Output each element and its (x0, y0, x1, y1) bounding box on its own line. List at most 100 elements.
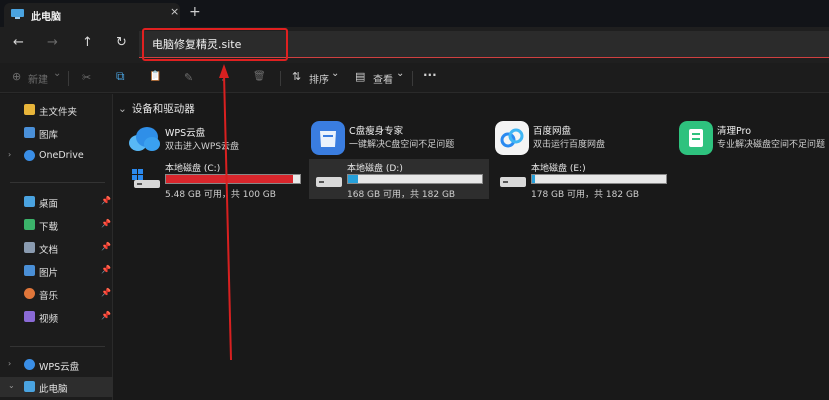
sidebar-item-gallery[interactable]: 图库 (0, 123, 113, 143)
view-button[interactable]: 查看 (373, 71, 393, 86)
new-tab-button[interactable]: + (189, 4, 201, 20)
cloud-icon (24, 150, 35, 161)
section-title: 设备和驱动器 (131, 103, 195, 115)
cleaner-icon (679, 121, 713, 155)
sidebar-item-downloads[interactable]: 下载 📌 (0, 215, 113, 235)
cloud-icon (129, 127, 160, 151)
navigation-pane: 主文件夹 图库 › OneDrive 桌面 📌 下载 📌 文档 📌 图片 📌 音… (0, 94, 113, 400)
content-pane: ⌄ 设备和驱动器 WPS云盘 双击进入WPS云盘 C盘瘦身专家 一键解决C盘空间不… (114, 94, 829, 400)
more-options-button[interactable]: ··· (423, 68, 437, 82)
app-cleaner-pro[interactable]: 清理Pro 专业解决磁盘空间不足问题 (679, 121, 829, 157)
sidebar-item-wps-cloud[interactable]: › WPS云盘 (0, 355, 113, 375)
chevron-down-icon[interactable]: ⌄ (8, 381, 15, 390)
app-description: 一键解决C盘空间不足问题 (349, 140, 455, 150)
cut-icon[interactable]: ✂ (82, 71, 91, 84)
drive-size: 168 GB 可用，共 182 GB (347, 190, 456, 200)
divider (10, 182, 105, 183)
sidebar-item-home[interactable]: 主文件夹 (0, 100, 113, 120)
drive-c[interactable]: 本地磁盘 (C:) 5.48 GB 可用，共 100 GB (127, 159, 307, 200)
sidebar-item-this-pc[interactable]: ⌄ 此电脑 (0, 377, 113, 397)
drive-usage-bar (531, 174, 667, 184)
sidebar-item-label: 图库 (39, 130, 59, 141)
video-icon (24, 311, 35, 322)
baidu-netdisk-icon (495, 121, 529, 155)
app-wps-cloud[interactable]: WPS云盘 双击进入WPS云盘 (127, 123, 297, 159)
tab-close-button[interactable]: × (170, 5, 179, 18)
new-button[interactable]: 新建 (28, 71, 48, 86)
sidebar-item-documents[interactable]: 文档 📌 (0, 238, 113, 258)
desktop-icon (24, 196, 35, 207)
app-description: 双击进入WPS云盘 (165, 142, 240, 152)
chevron-down-icon: ⌄ (331, 68, 340, 79)
forward-button[interactable]: → (47, 35, 58, 50)
sidebar-item-onedrive[interactable]: › OneDrive (0, 146, 113, 166)
sidebar-item-videos[interactable]: 视频 📌 (0, 307, 113, 327)
sort-icon: ⇅ (292, 70, 302, 83)
chevron-right-icon[interactable]: › (8, 359, 11, 368)
chevron-down-icon: ⌄ (396, 68, 405, 79)
drive-name: 本地磁盘 (E:) (531, 164, 586, 174)
sidebar-item-label: 图片 (39, 268, 59, 279)
sidebar-item-pictures[interactable]: 图片 📌 (0, 261, 113, 281)
section-header[interactable]: ⌄ 设备和驱动器 (118, 101, 195, 116)
app-description: 专业解决磁盘空间不足问题 (717, 140, 826, 150)
paste-icon[interactable]: 📋 (149, 71, 161, 82)
copy-icon[interactable]: ⧉ (116, 69, 125, 84)
drive-usage-fill (166, 175, 293, 183)
up-button[interactable]: ↑ (82, 35, 93, 50)
sidebar-item-label: WPS云盘 (39, 362, 80, 373)
gallery-icon (24, 127, 35, 138)
pin-icon: 📌 (101, 288, 111, 297)
back-button[interactable]: ← (13, 35, 24, 50)
document-icon (24, 242, 35, 253)
app-name: 百度网盘 (533, 126, 572, 137)
music-icon (24, 288, 35, 299)
separator (280, 71, 281, 86)
sidebar-item-label: 下载 (39, 222, 59, 233)
sidebar-item-label: 主文件夹 (39, 107, 78, 118)
drive-size: 178 GB 可用，共 182 GB (531, 190, 640, 200)
sidebar-item-desktop[interactable]: 桌面 📌 (0, 192, 113, 212)
separator (412, 71, 413, 86)
chevron-down-icon: ⌄ (53, 68, 62, 79)
sidebar-item-label: OneDrive (39, 150, 84, 161)
drive-size: 5.48 GB 可用，共 100 GB (165, 190, 276, 200)
app-baidu-netdisk[interactable]: 百度网盘 双击运行百度网盘 (495, 121, 665, 157)
pictures-icon (24, 265, 35, 276)
wps-cloud-icon (24, 359, 35, 370)
download-icon (24, 219, 35, 230)
title-bar: 此电脑 × + (0, 0, 829, 27)
drive-usage-bar (347, 174, 483, 184)
drive-usage-bar (165, 174, 301, 184)
computer-icon (11, 9, 24, 19)
app-name: WPS云盘 (165, 128, 206, 139)
divider (10, 346, 105, 347)
chevron-down-icon: ⌄ (118, 103, 127, 115)
highlight-box (142, 28, 288, 61)
app-name: C盘瘦身专家 (349, 126, 404, 137)
sidebar-item-label: 桌面 (39, 199, 59, 210)
drive-d[interactable]: 本地磁盘 (D:) 168 GB 可用，共 182 GB (309, 159, 489, 200)
tab-title: 此电脑 (31, 12, 61, 23)
pin-icon: 📌 (101, 196, 111, 205)
drive-usage-fill (532, 175, 535, 183)
sidebar-item-music[interactable]: 音乐 📌 (0, 284, 113, 304)
pin-icon: 📌 (101, 265, 111, 274)
sidebar-item-label: 视频 (39, 314, 59, 325)
sort-button[interactable]: 排序 (309, 71, 329, 86)
refresh-button[interactable]: ↻ (116, 35, 127, 50)
pin-icon: 📌 (101, 242, 111, 251)
rename-icon[interactable]: ✎ (184, 71, 193, 84)
view-icon: ▤ (355, 70, 366, 83)
drive-e[interactable]: 本地磁盘 (E:) 178 GB 可用，共 182 GB (493, 159, 673, 200)
tab-this-pc[interactable]: 此电脑 (4, 3, 180, 27)
chevron-right-icon[interactable]: › (8, 150, 11, 159)
app-c-drive-cleaner[interactable]: C盘瘦身专家 一键解决C盘空间不足问题 (311, 121, 481, 157)
pin-icon: 📌 (101, 311, 111, 320)
separator (68, 71, 69, 86)
command-bar: ⊕ 新建 ⌄ ✂ ⧉ 📋 ✎ ⇪ 🗑 ⇅ 排序 ⌄ ▤ 查看 ⌄ ··· (0, 63, 829, 93)
delete-icon[interactable]: 🗑 (253, 71, 266, 82)
new-icon: ⊕ (12, 70, 22, 83)
share-icon[interactable]: ⇪ (219, 71, 228, 84)
sidebar-item-label: 文档 (39, 245, 59, 256)
